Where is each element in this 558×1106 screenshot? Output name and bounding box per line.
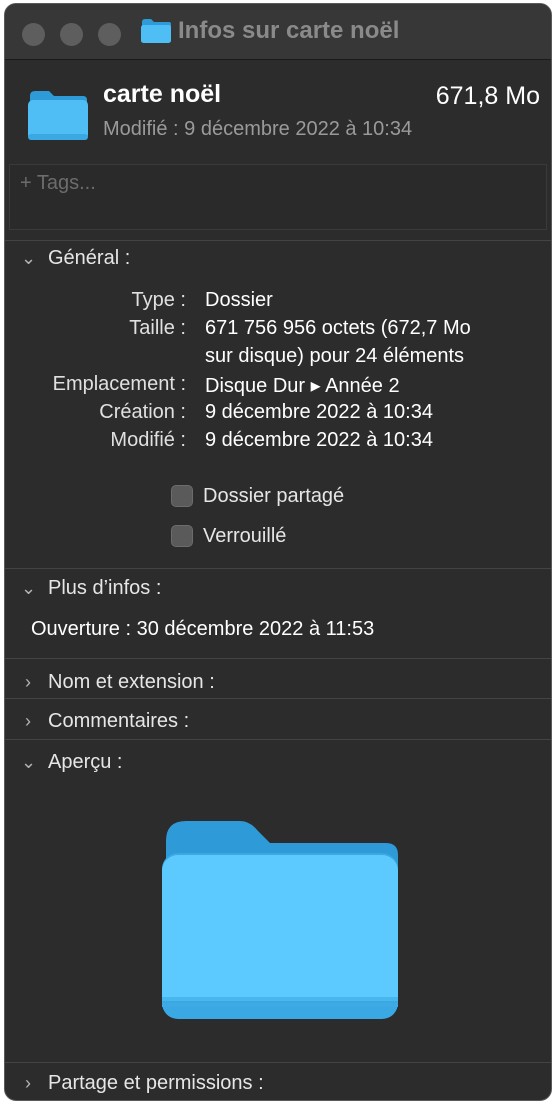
created-value: 9 décembre 2022 à 10:34 bbox=[205, 401, 433, 423]
section-more-info-header[interactable]: ⌄ Plus d’infos : bbox=[21, 577, 161, 600]
section-comments-header[interactable]: › Commentaires : bbox=[21, 710, 189, 733]
chevron-right-icon[interactable]: › bbox=[21, 1073, 35, 1094]
locked-label[interactable]: Verrouillé bbox=[203, 525, 286, 548]
shared-folder-checkbox[interactable] bbox=[171, 485, 193, 507]
section-general-title: Général : bbox=[48, 247, 131, 269]
section-name-extension-title: Nom et extension : bbox=[48, 671, 215, 693]
size-label: Taille : bbox=[129, 317, 186, 339]
location-label: Emplacement : bbox=[52, 373, 186, 395]
section-general-header[interactable]: ⌄ Général : bbox=[21, 247, 130, 270]
divider bbox=[5, 1062, 551, 1063]
size-value-line2: sur disque) pour 24 éléments bbox=[205, 345, 465, 367]
last-opened: Ouverture : 30 décembre 2022 à 11:53 bbox=[31, 618, 374, 641]
preview-folder-icon bbox=[160, 819, 400, 1026]
folder-icon bbox=[140, 18, 172, 49]
close-window-button[interactable] bbox=[22, 23, 45, 46]
section-comments-title: Commentaires : bbox=[48, 710, 190, 732]
chevron-right-icon[interactable]: › bbox=[21, 672, 35, 693]
section-sharing-title: Partage et permissions : bbox=[48, 1072, 264, 1094]
tags-input[interactable]: + Tags... bbox=[9, 164, 547, 230]
shared-folder-label[interactable]: Dossier partagé bbox=[203, 485, 344, 508]
window-title: Infos sur carte noël bbox=[178, 17, 400, 44]
divider bbox=[5, 568, 551, 569]
divider bbox=[5, 240, 551, 241]
divider bbox=[5, 698, 551, 699]
type-value: Dossier bbox=[205, 289, 273, 311]
opened-label: Ouverture : bbox=[31, 618, 132, 640]
type-label: Type : bbox=[131, 289, 186, 311]
section-more-info-title: Plus d’infos : bbox=[48, 577, 162, 599]
file-size: 671,8 Mo bbox=[435, 82, 540, 110]
folder-icon bbox=[27, 87, 89, 146]
modified-label: Modifié : bbox=[103, 118, 179, 140]
locked-checkbox[interactable] bbox=[171, 525, 193, 547]
tags-placeholder: + Tags... bbox=[20, 172, 96, 194]
chevron-down-icon[interactable]: ⌄ bbox=[21, 248, 36, 269]
zoom-window-button[interactable] bbox=[98, 23, 121, 46]
chevron-down-icon[interactable]: ⌄ bbox=[21, 752, 36, 773]
created-label: Création : bbox=[99, 401, 186, 423]
chevron-down-icon[interactable]: ⌄ bbox=[21, 578, 36, 599]
file-name: carte noël bbox=[103, 80, 222, 108]
info-window: Infos sur carte noël carte noël 671,8 Mo… bbox=[4, 3, 552, 1101]
section-preview-header[interactable]: ⌄ Aperçu : bbox=[21, 751, 122, 774]
divider bbox=[5, 658, 551, 659]
opened-value: 30 décembre 2022 à 11:53 bbox=[136, 618, 375, 640]
modified-label: Modifié : bbox=[110, 429, 186, 451]
title-bar[interactable]: Infos sur carte noël bbox=[5, 4, 551, 60]
divider bbox=[5, 739, 551, 740]
section-name-extension-header[interactable]: › Nom et extension : bbox=[21, 671, 215, 694]
chevron-right-icon[interactable]: › bbox=[21, 711, 35, 732]
section-sharing-header[interactable]: › Partage et permissions : bbox=[21, 1072, 264, 1095]
minimize-window-button[interactable] bbox=[60, 23, 83, 46]
location-value: Disque Dur ▸ Année 2 bbox=[205, 375, 400, 397]
section-preview-title: Aperçu : bbox=[48, 751, 123, 773]
modified-value: 9 décembre 2022 à 10:34 bbox=[184, 118, 413, 140]
modified-value: 9 décembre 2022 à 10:34 bbox=[205, 429, 433, 451]
size-value: 671 756 956 octets (672,7 Mo bbox=[205, 317, 471, 339]
header-modified: Modifié : 9 décembre 2022 à 10:34 bbox=[103, 118, 412, 141]
